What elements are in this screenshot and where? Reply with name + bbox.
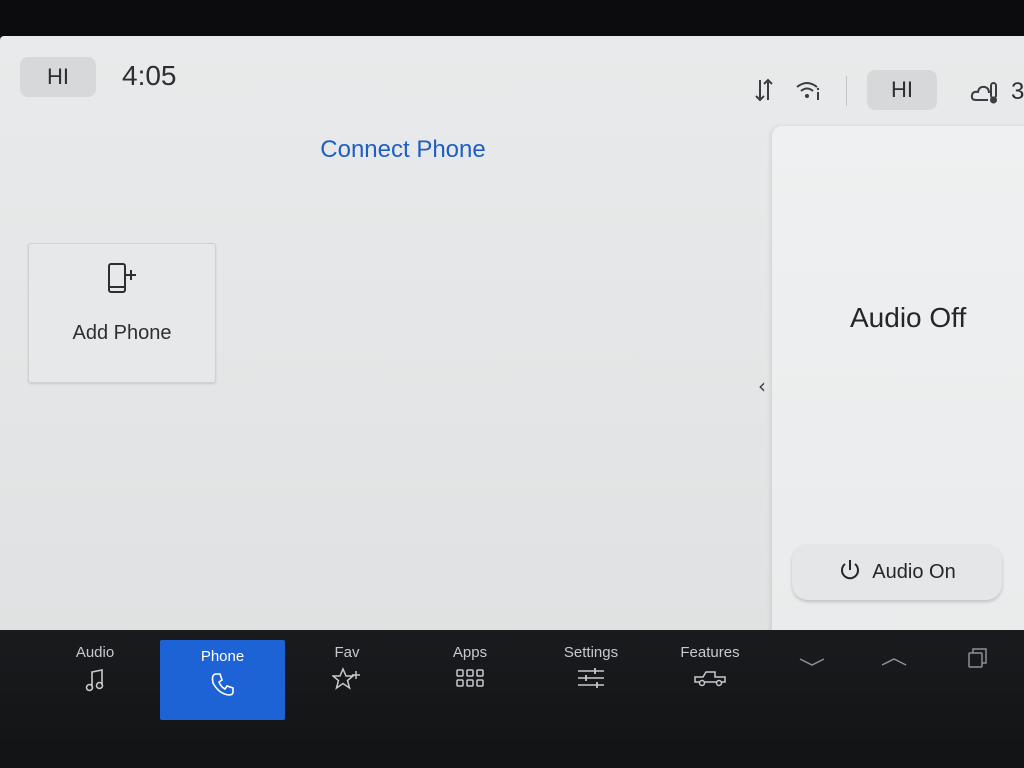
sliders-icon: [532, 667, 650, 693]
star-plus-icon: [288, 667, 406, 693]
page-title: Connect Phone: [320, 136, 486, 163]
driver-climate-label: HI: [47, 64, 69, 89]
nav-apps[interactable]: Apps: [411, 636, 529, 710]
nav-settings[interactable]: Settings: [532, 636, 650, 710]
audio-status-text: Audio Off: [850, 302, 967, 333]
outside-temperature: 3: [1011, 78, 1024, 105]
data-transfer-icon: [754, 76, 774, 108]
nav-fav-label: Fav: [334, 644, 360, 661]
add-phone-icon: [107, 262, 139, 300]
grid-icon: [411, 667, 529, 693]
scroll-up-button[interactable]: [864, 636, 924, 710]
power-icon: [838, 558, 862, 586]
add-phone-button[interactable]: Add Phone: [28, 243, 216, 383]
scroll-down-button[interactable]: [782, 636, 842, 710]
nav-apps-label: Apps: [452, 644, 488, 661]
nav-settings-label: Settings: [563, 644, 619, 661]
driver-climate-button[interactable]: HI: [20, 57, 96, 97]
audio-panel: Audio Off Audio On: [772, 126, 1024, 646]
nav-fav[interactable]: Fav: [288, 636, 406, 710]
truck-icon: [651, 667, 769, 693]
nav-phone-label: Phone: [200, 648, 245, 665]
nav-audio[interactable]: Audio: [36, 636, 154, 710]
wifi-hotspot-icon: [794, 78, 822, 106]
status-divider: [846, 76, 847, 106]
add-phone-label: Add Phone: [72, 322, 172, 344]
nav-features-label: Features: [680, 644, 740, 661]
passenger-climate-button[interactable]: HI: [867, 70, 937, 110]
outside-temperature-icon: [970, 80, 1002, 110]
infotainment-screen: HI 4:05 HI 3 Connect Phone Add Phone ‹ A…: [0, 36, 1024, 646]
clock: 4:05: [122, 60, 177, 91]
audio-on-label: Audio On: [872, 560, 956, 583]
nav-audio-label: Audio: [75, 644, 115, 661]
multiscreen-button[interactable]: [948, 636, 1008, 710]
chevron-up-icon: [864, 654, 924, 680]
audio-on-button[interactable]: Audio On: [792, 544, 1002, 600]
chevron-down-icon: [782, 654, 842, 680]
passenger-climate-label: HI: [891, 77, 913, 102]
multiscreen-icon: [948, 646, 1008, 672]
music-note-icon: [36, 667, 154, 693]
panel-collapse-chevron-icon[interactable]: ‹: [758, 374, 766, 398]
nav-phone[interactable]: Phone: [160, 640, 285, 720]
nav-features[interactable]: Features: [651, 636, 769, 710]
bottom-nav: Audio Phone Fav Apps Settings Features: [0, 630, 1024, 768]
phone-handset-icon: [160, 671, 285, 697]
